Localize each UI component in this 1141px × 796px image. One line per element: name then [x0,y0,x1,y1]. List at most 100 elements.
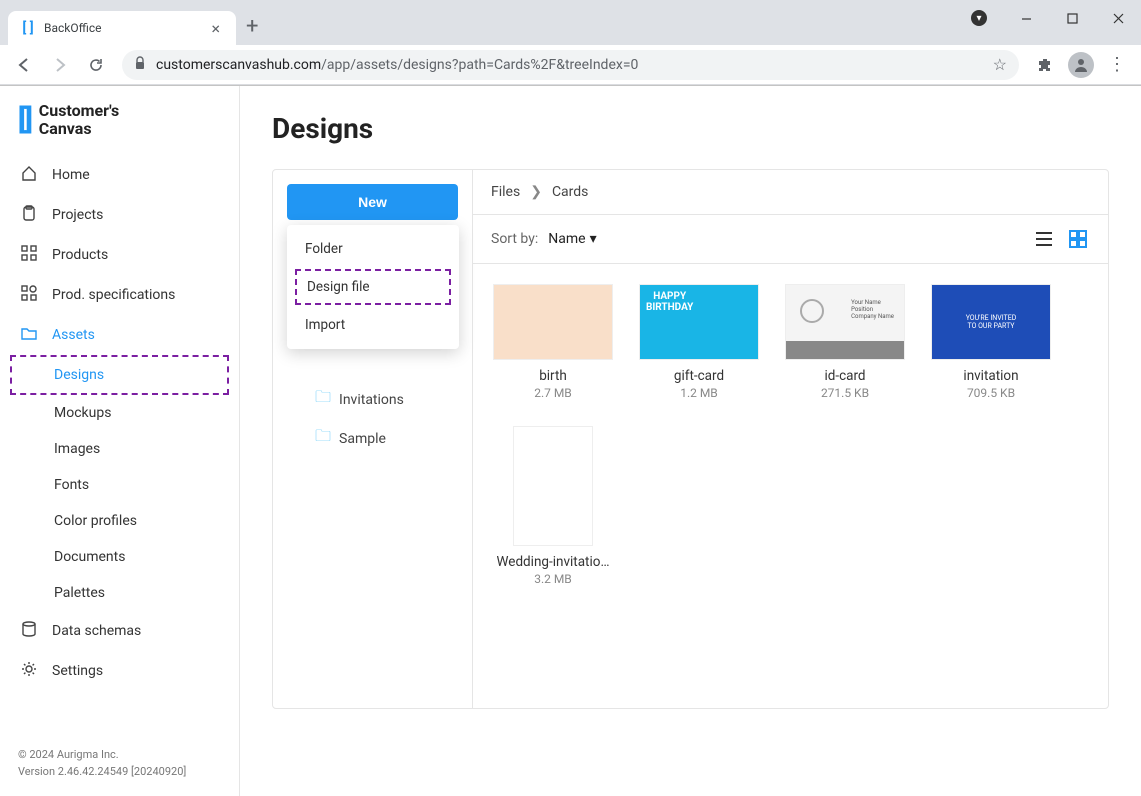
dropdown-design-file[interactable]: Design file [295,269,451,305]
file-card-gift[interactable]: HAPPYBIRTHDAY gift-card 1.2 MB [639,284,759,400]
file-name: Wedding-invitatio… [497,554,610,570]
nav-prod-specs[interactable]: Prod. specifications [0,275,239,315]
breadcrumb-current: Cards [552,184,588,200]
minimize-button[interactable] [1003,2,1049,34]
nav-label: Fonts [54,477,89,493]
chevron-right-icon: ❯ [530,184,542,200]
file-card-id[interactable]: Your NamePositionCompany Name id-card 27… [785,284,905,400]
file-name: id-card [824,368,865,384]
nav-label: Data schemas [52,623,141,639]
home-icon [20,165,38,185]
toolbar: Sort by: Name ▾ [473,215,1108,264]
nav-label: Designs [54,367,104,383]
new-tab-button[interactable]: + [246,14,258,39]
nav-label: Mockups [54,405,111,421]
profile-icon[interactable] [1065,49,1097,81]
nav-label: Projects [52,207,103,223]
nav-home[interactable]: Home [0,155,239,195]
thumbnail [493,284,613,360]
file-name: gift-card [674,368,724,384]
browser-tab[interactable]: [ ] BackOffice × [8,11,236,45]
bookmark-icon[interactable]: ☆ [993,55,1007,74]
new-button[interactable]: New [287,184,458,220]
tab-favicon: [ ] [20,20,36,36]
nav-mockups[interactable]: Mockups [0,395,239,431]
close-window-button[interactable] [1095,2,1141,34]
file-name: invitation [963,368,1018,384]
chevron-down-icon: ▾ [590,231,597,247]
breadcrumb-root[interactable]: Files [491,184,520,200]
panel-left: New Folder Design file Import 🗀 Invitati… [273,170,473,708]
designs-panel: New Folder Design file Import 🗀 Invitati… [272,169,1109,709]
logo[interactable]: [ ] Customer's Canvas [0,98,239,155]
sortby-label: Sort by: [491,231,538,247]
nav-products[interactable]: Products [0,235,239,275]
thumbnail [513,426,593,546]
thumbnail: Your NamePositionCompany Name [785,284,905,360]
dropdown-import[interactable]: Import [287,307,459,343]
tree-label: Sample [339,431,386,447]
file-name: birth [539,368,567,384]
nav-label: Products [52,247,108,263]
footer-version: Version 2.46.42.24549 [20240920] [18,764,221,781]
tab-search-icon[interactable]: ▾ [971,10,987,26]
nav-label: Settings [52,663,103,679]
nav-documents[interactable]: Documents [0,539,239,575]
nav-list: Home Projects Products Prod. specificati… [0,155,239,739]
back-button[interactable] [8,49,40,81]
list-view-button[interactable] [1032,227,1056,251]
file-size: 1.2 MB [680,386,718,400]
address-bar: customerscanvashub.com/app/assets/design… [0,45,1141,85]
specs-icon [20,285,38,305]
app-root: [ ] Customer's Canvas Home Projects Prod… [0,86,1141,796]
nav-data-schemas[interactable]: Data schemas [0,611,239,651]
view-switcher [1032,227,1090,251]
nav-label: Palettes [54,585,105,601]
file-card-invitation[interactable]: YOU'RE INVITEDTO OUR PARTY invitation 70… [931,284,1051,400]
dropdown-folder[interactable]: Folder [287,231,459,267]
close-tab-icon[interactable]: × [207,19,224,38]
grid-view-button[interactable] [1066,227,1090,251]
maximize-button[interactable] [1049,2,1095,34]
folder-tree: 🗀 Invitations 🗀 Sample [287,380,458,458]
panel-right: Files ❯ Cards Sort by: Name ▾ [473,170,1108,708]
tabstrip: [ ] BackOffice × + ▾ [0,9,1141,45]
nav-projects[interactable]: Projects [0,195,239,235]
chrome-menu-icon[interactable]: ⋮ [1101,49,1133,81]
reload-button[interactable] [80,49,112,81]
window-controls: ▾ [971,0,1141,36]
tree-label: Invitations [339,392,404,408]
thumbnail: HAPPYBIRTHDAY [639,284,759,360]
clipboard-icon [20,205,38,225]
file-size: 271.5 KB [821,386,869,400]
lock-icon [134,56,146,73]
file-size: 3.2 MB [534,572,572,586]
folder-icon: 🗀 [315,386,331,413]
new-dropdown: Folder Design file Import [287,225,459,349]
nav-color-profiles[interactable]: Color profiles [0,503,239,539]
breadcrumb: Files ❯ Cards [473,170,1108,215]
nav-fonts[interactable]: Fonts [0,467,239,503]
file-size: 2.7 MB [534,386,572,400]
database-icon [20,621,38,641]
url-field[interactable]: customerscanvashub.com/app/assets/design… [122,50,1019,80]
sortby-dropdown[interactable]: Name ▾ [548,231,596,247]
footer-copyright: © 2024 Aurigma Inc. [18,747,221,764]
forward-button[interactable] [44,49,76,81]
file-card-birth[interactable]: birth 2.7 MB [493,284,613,400]
tree-item-invitations[interactable]: 🗀 Invitations [315,380,458,419]
nav-images[interactable]: Images [0,431,239,467]
nav-assets[interactable]: Assets [0,315,239,355]
nav-label: Color profiles [54,513,137,529]
tree-item-sample[interactable]: 🗀 Sample [315,419,458,458]
content: Designs New Folder Design file Import 🗀 … [240,86,1141,796]
nav-designs[interactable]: Designs [10,355,229,395]
nav-label: Images [54,441,100,457]
nav-palettes[interactable]: Palettes [0,575,239,611]
file-card-wedding[interactable]: Wedding-invitatio… 3.2 MB [493,426,613,586]
browser-chrome: [ ] BackOffice × + ▾ [0,0,1141,86]
tab-title: BackOffice [44,21,199,35]
extensions-icon[interactable] [1029,49,1061,81]
nav-label: Prod. specifications [52,287,175,303]
nav-settings[interactable]: Settings [0,651,239,691]
